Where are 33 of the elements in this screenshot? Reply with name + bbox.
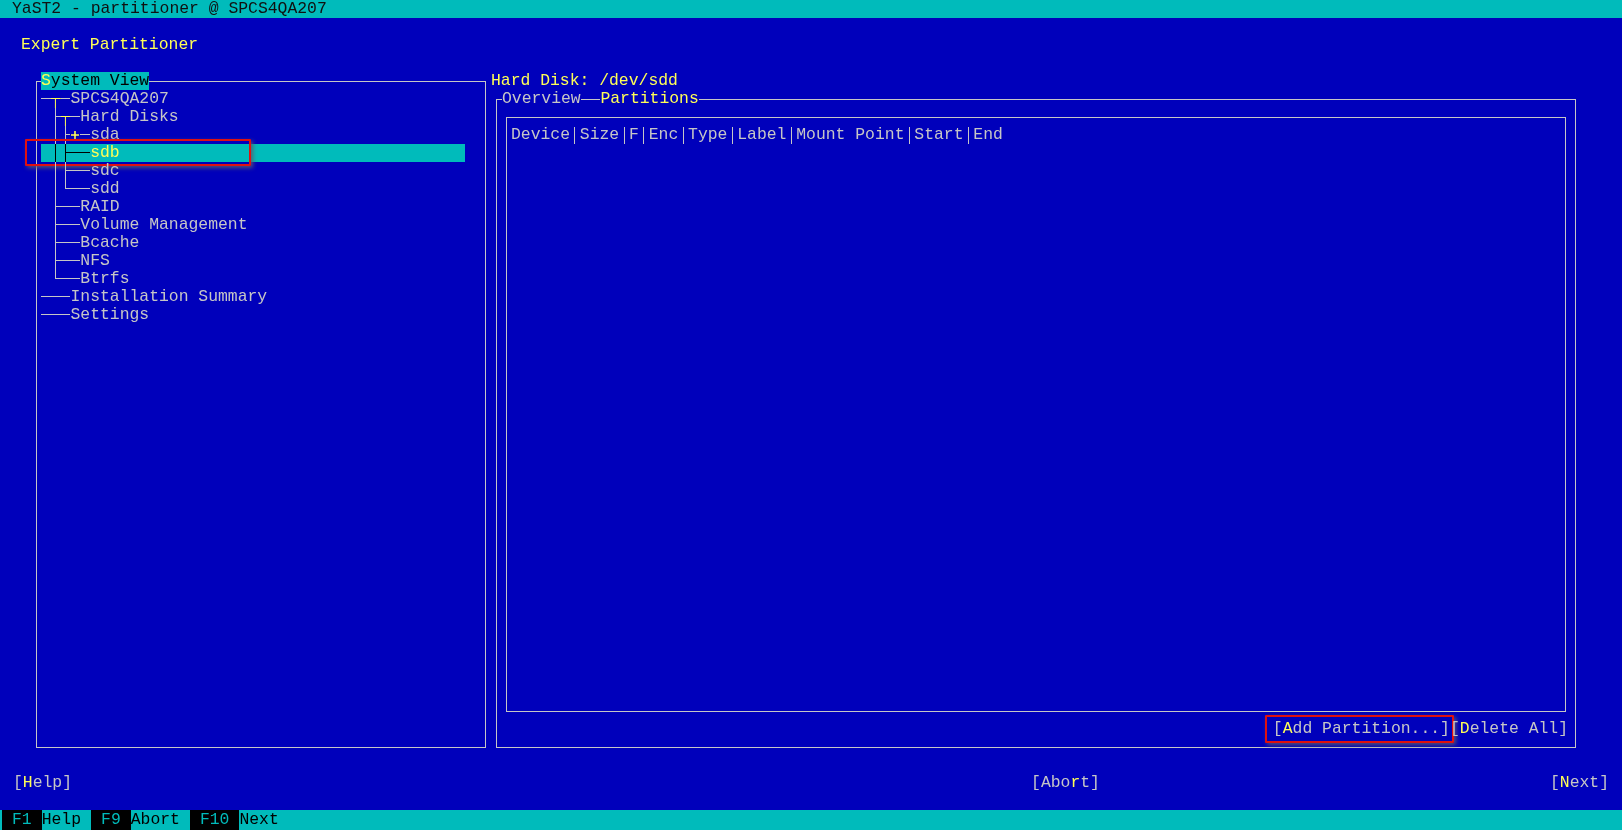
column-header: Enc [648, 126, 679, 144]
tree-item[interactable]: RAID [41, 198, 120, 216]
page-heading: Expert Partitioner [21, 36, 199, 54]
function-key[interactable]: F9 Abort [91, 810, 190, 830]
dialog-button[interactable]: [Abort] [1031, 774, 1100, 792]
tree-item[interactable]: Bcache [41, 234, 140, 252]
tree-item[interactable]: NFS [41, 252, 110, 270]
panel-title: System View [41, 72, 150, 90]
column-header: F [629, 126, 639, 144]
tree-item[interactable]: sdd [41, 180, 120, 198]
column-header: End [973, 126, 1003, 144]
tree-item[interactable]: Installation Summary [41, 288, 268, 306]
dialog-button[interactable]: [Help] [13, 774, 73, 792]
tab[interactable]: Overview [502, 90, 581, 108]
action-button[interactable]: [Add Partition...] [1272, 720, 1450, 738]
tree-item[interactable]: Btrfs [41, 270, 130, 288]
action-button[interactable]: [Delete All] [1449, 720, 1568, 738]
tab[interactable]: Partitions [600, 90, 699, 108]
column-header: Size [579, 126, 620, 144]
dialog-button[interactable]: [Next] [1549, 774, 1609, 792]
tree-item[interactable]: SPCS4QA207 [41, 90, 169, 108]
column-header: Device [511, 126, 571, 144]
tree-item[interactable]: sdc [41, 162, 120, 180]
window-title: YaST2 - partitioner @ SPCS4QA207 [0, 0, 1622, 18]
tree-item[interactable]: Settings [41, 306, 150, 324]
column-header: Start [914, 126, 964, 144]
function-key[interactable]: F1 Help [2, 810, 92, 830]
tree-item[interactable]: Hard Disks [41, 108, 179, 126]
column-header: Label [737, 126, 787, 144]
column-header: Type [688, 126, 728, 144]
column-header: Mount Point [796, 126, 905, 144]
tree-item[interactable]: Volume Management [41, 216, 248, 234]
disk-title: Hard Disk: /dev/sdd [491, 72, 678, 90]
